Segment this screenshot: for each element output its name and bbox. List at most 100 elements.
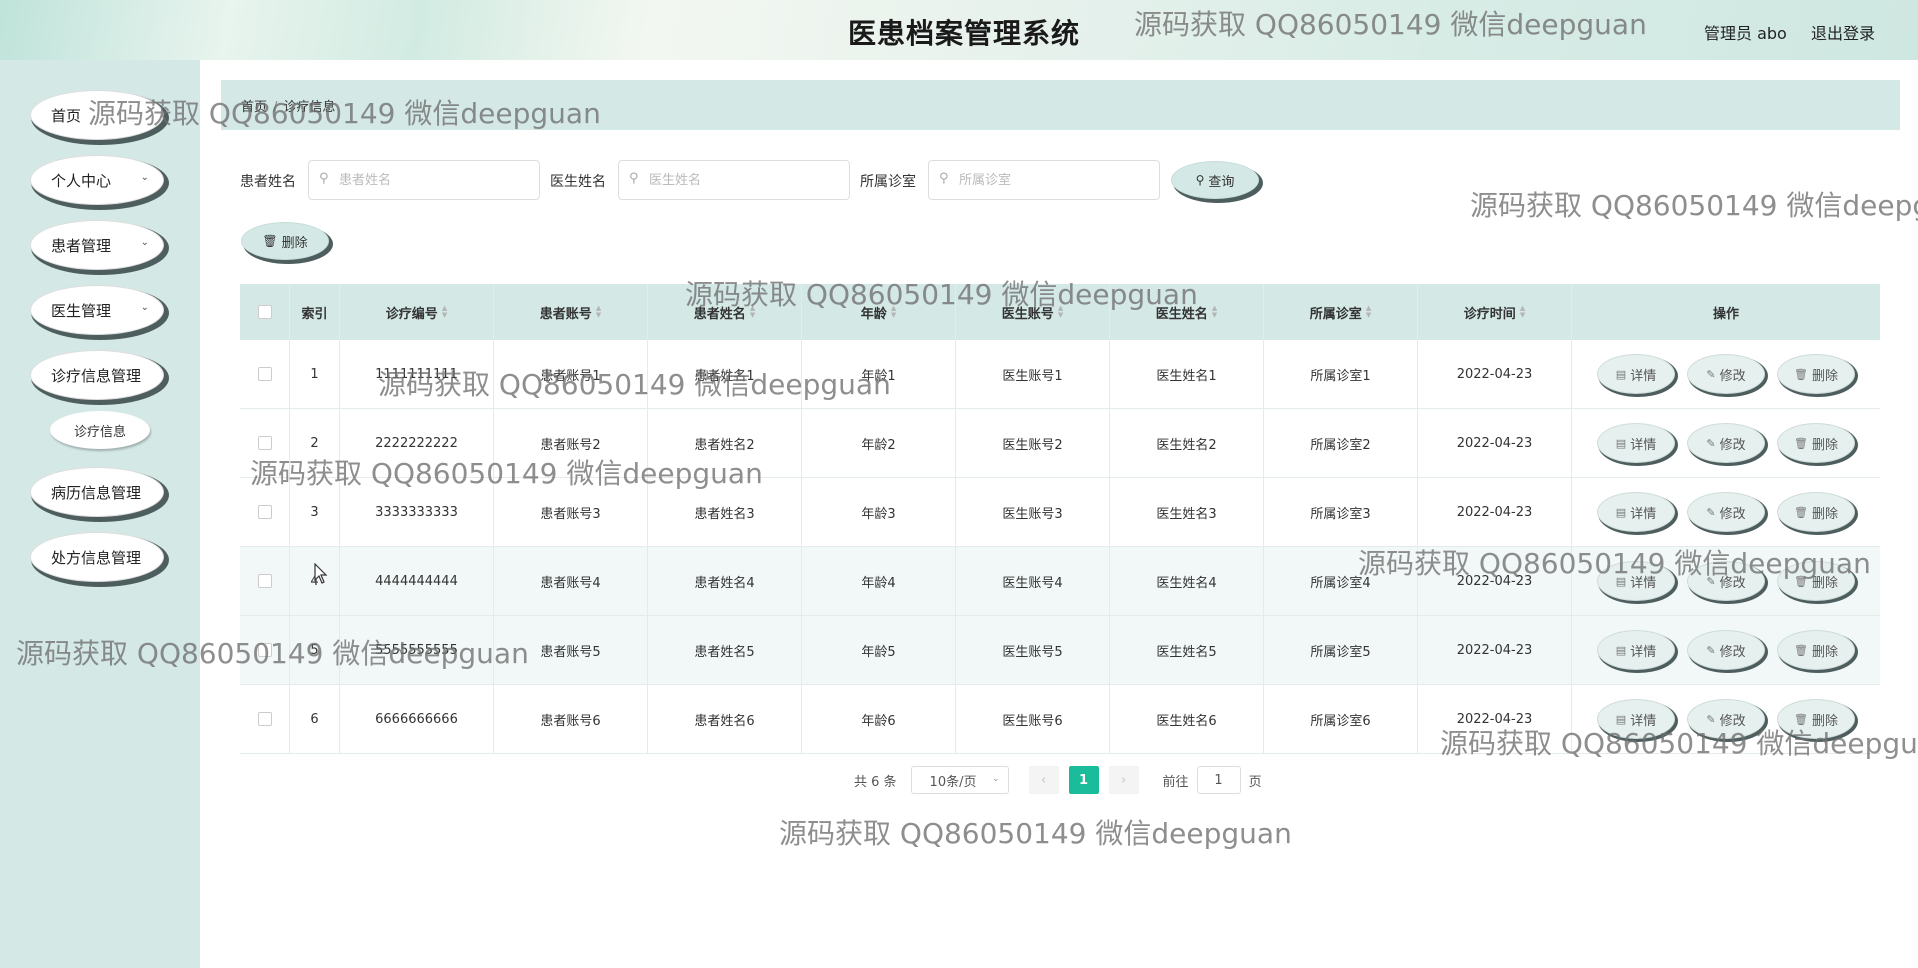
cell-index: 5 [290,616,340,684]
sort-icon[interactable]: ▲ ▼ [1366,305,1371,319]
sort-icon[interactable]: ▲ ▼ [750,305,755,319]
cell-diagnosis-time: 2022-04-23 [1418,409,1572,477]
page-unit-label: 页 [1248,774,1262,790]
detail-button[interactable]: ▤ 详情 [1597,492,1675,532]
cell-diagnosis-time: 2022-04-23 [1418,478,1572,546]
delete-button-label: 删除 [1811,368,1838,384]
row-checkbox[interactable] [257,574,272,588]
column-header-patient-account[interactable]: 患者账号 ▲ ▼ [494,284,648,340]
clinic-input[interactable] [928,160,1160,200]
column-header-doctor-name[interactable]: 医生姓名 ▲ ▼ [1110,284,1264,340]
cell-age: 年龄5 [802,616,956,684]
sort-icon[interactable]: ▲ ▼ [442,305,447,319]
next-page-button[interactable]: › [1108,766,1139,794]
prev-page-button[interactable]: ‹ [1028,766,1059,794]
sidebar-item-medical-record-management[interactable]: 病历信息管理 [30,467,164,517]
cell-index: 3 [290,478,340,546]
mouse-cursor-icon [314,563,328,584]
row-checkbox[interactable] [257,436,272,450]
edit-button[interactable]: ✎ 修改 [1687,699,1765,739]
trash-icon: 🗑 [1794,643,1808,657]
pencil-icon: ✎ [1706,367,1716,381]
sidebar-subitem-diagnosis-info[interactable]: 诊疗信息 [50,411,150,449]
sort-icon[interactable]: ▲ ▼ [1058,305,1063,319]
sidebar-item-patient-management[interactable]: 患者管理 ⌄ [30,220,164,270]
delete-button[interactable]: 🗑 删除 [1777,699,1855,739]
select-all-checkbox[interactable] [257,305,272,319]
breadcrumb-current: 诊疗信息 [283,100,336,115]
cell-doctor-name: 医生姓名3 [1110,478,1264,546]
row-checkbox[interactable] [257,712,272,726]
sort-icon[interactable]: ▲ ▼ [596,305,601,319]
row-actions: ▤ 详情 ✎ 修改 🗑 删除 [1572,547,1880,615]
detail-button-label: 详情 [1630,437,1657,453]
trash-icon: 🗑 [1794,712,1808,726]
detail-button[interactable]: ▤ 详情 [1597,561,1675,601]
table-body: 1 1111111111 患者账号1 患者姓名1 年龄1 医生账号1 医生姓名1 所属诊室1 2… [240,340,1880,754]
table-row: 1 1111111111 患者账号1 患者姓名1 年龄1 医生账号1 医生姓名1 所属诊室1 2… [240,340,1880,409]
sidebar-item-prescription-management[interactable]: 处方信息管理 [30,532,164,582]
column-header-age[interactable]: 年龄 ▲ ▼ [802,284,956,340]
search-icon: ⚲ [1195,173,1205,187]
detail-button[interactable]: ▤ 详情 [1597,423,1675,463]
cell-diagnosis-id: 2222222222 [340,409,494,477]
delete-button[interactable]: 🗑 删除 [1777,354,1855,394]
sidebar-item-home[interactable]: 首页 [30,90,164,140]
document-icon: ▤ [1615,436,1627,450]
detail-button[interactable]: ▤ 详情 [1597,699,1675,739]
sort-icon[interactable]: ▲ ▼ [1520,305,1525,319]
search-icon: ⚲ [939,171,949,186]
cell-doctor-name: 医生姓名4 [1110,547,1264,615]
bulk-delete-label: 删除 [281,235,308,251]
page-number-current[interactable]: 1 [1068,766,1099,794]
sidebar-item-doctor-management[interactable]: 医生管理 ⌄ [30,285,164,335]
detail-button[interactable]: ▤ 详情 [1597,630,1675,670]
sort-icon[interactable]: ▲ ▼ [1212,305,1217,319]
delete-button[interactable]: 🗑 删除 [1777,492,1855,532]
pencil-icon: ✎ [1706,712,1716,726]
bulk-delete-button[interactable]: 🗑 删除 [241,222,329,260]
doctor-name-input[interactable] [618,160,850,200]
chevron-down-icon: ⌄ [140,237,149,248]
row-select-cell [240,409,290,477]
cell-doctor-account: 医生账号4 [956,547,1110,615]
edit-button[interactable]: ✎ 修改 [1687,561,1765,601]
column-header-clinic[interactable]: 所属诊室 ▲ ▼ [1264,284,1418,340]
logout-link[interactable]: 退出登录 [1811,20,1875,44]
column-header-diagnosis-id[interactable]: 诊疗编号 ▲ ▼ [340,284,494,340]
trash-icon: 🗑 [1794,436,1808,450]
row-checkbox[interactable] [257,643,272,657]
column-header-patient-name[interactable]: 患者姓名 ▲ ▼ [648,284,802,340]
row-select-cell [240,616,290,684]
sidebar-item-diagnosis-management[interactable]: 诊疗信息管理 [30,350,164,400]
edit-button-label: 修改 [1719,368,1746,384]
chevron-left-icon: ‹ [1040,772,1047,788]
cell-patient-account: 患者账号6 [494,685,648,753]
column-header-diagnosis-time[interactable]: 诊疗时间 ▲ ▼ [1418,284,1572,340]
sort-icon[interactable]: ▲ ▼ [891,305,896,319]
delete-button[interactable]: 🗑 删除 [1777,630,1855,670]
cell-diagnosis-id: 1111111111 [340,340,494,408]
query-button[interactable]: ⚲ 查询 [1171,161,1259,199]
goto-page-input[interactable]: 1 [1196,766,1241,794]
sidebar-item-personal-center[interactable]: 个人中心 ⌄ [30,155,164,205]
edit-button[interactable]: ✎ 修改 [1687,423,1765,463]
edit-button[interactable]: ✎ 修改 [1687,630,1765,670]
row-checkbox[interactable] [257,367,272,381]
detail-button[interactable]: ▤ 详情 [1597,354,1675,394]
row-checkbox[interactable] [257,505,272,519]
edit-button[interactable]: ✎ 修改 [1687,492,1765,532]
edit-button[interactable]: ✎ 修改 [1687,354,1765,394]
chevron-right-icon: › [1120,772,1127,788]
column-header-doctor-account[interactable]: 医生账号 ▲ ▼ [956,284,1110,340]
sidebar-item-label: 病历信息管理 [51,483,142,502]
page-size-select[interactable]: 10条/页 ⌄ [910,766,1009,794]
patient-name-label: 患者姓名 [240,174,296,190]
delete-button-label: 删除 [1811,713,1838,729]
clinic-label: 所属诊室 [860,174,916,190]
delete-button[interactable]: 🗑 删除 [1777,561,1855,601]
delete-button[interactable]: 🗑 删除 [1777,423,1855,463]
delete-button-label: 删除 [1811,575,1838,591]
breadcrumb-home[interactable]: 首页 [241,100,267,115]
patient-name-input[interactable] [308,160,540,200]
